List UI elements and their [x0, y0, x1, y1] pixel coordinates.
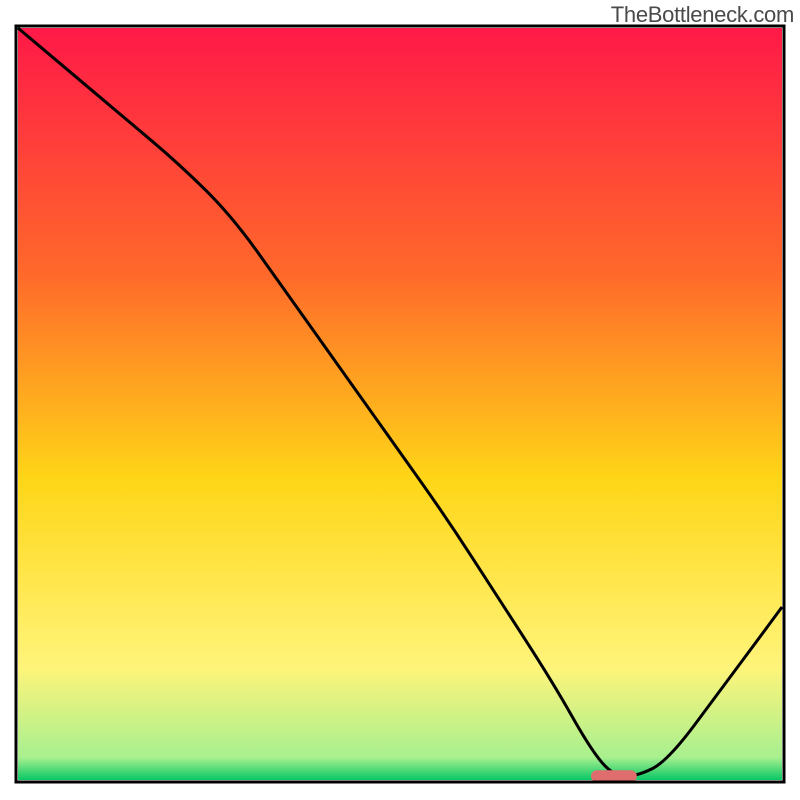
- chart-svg: [0, 0, 800, 800]
- plot-area: [18, 28, 782, 782]
- bottleneck-chart: TheBottleneck.com: [0, 0, 800, 800]
- optimum-marker: [591, 770, 637, 782]
- gradient-background: [18, 28, 782, 780]
- watermark-label: TheBottleneck.com: [611, 2, 794, 28]
